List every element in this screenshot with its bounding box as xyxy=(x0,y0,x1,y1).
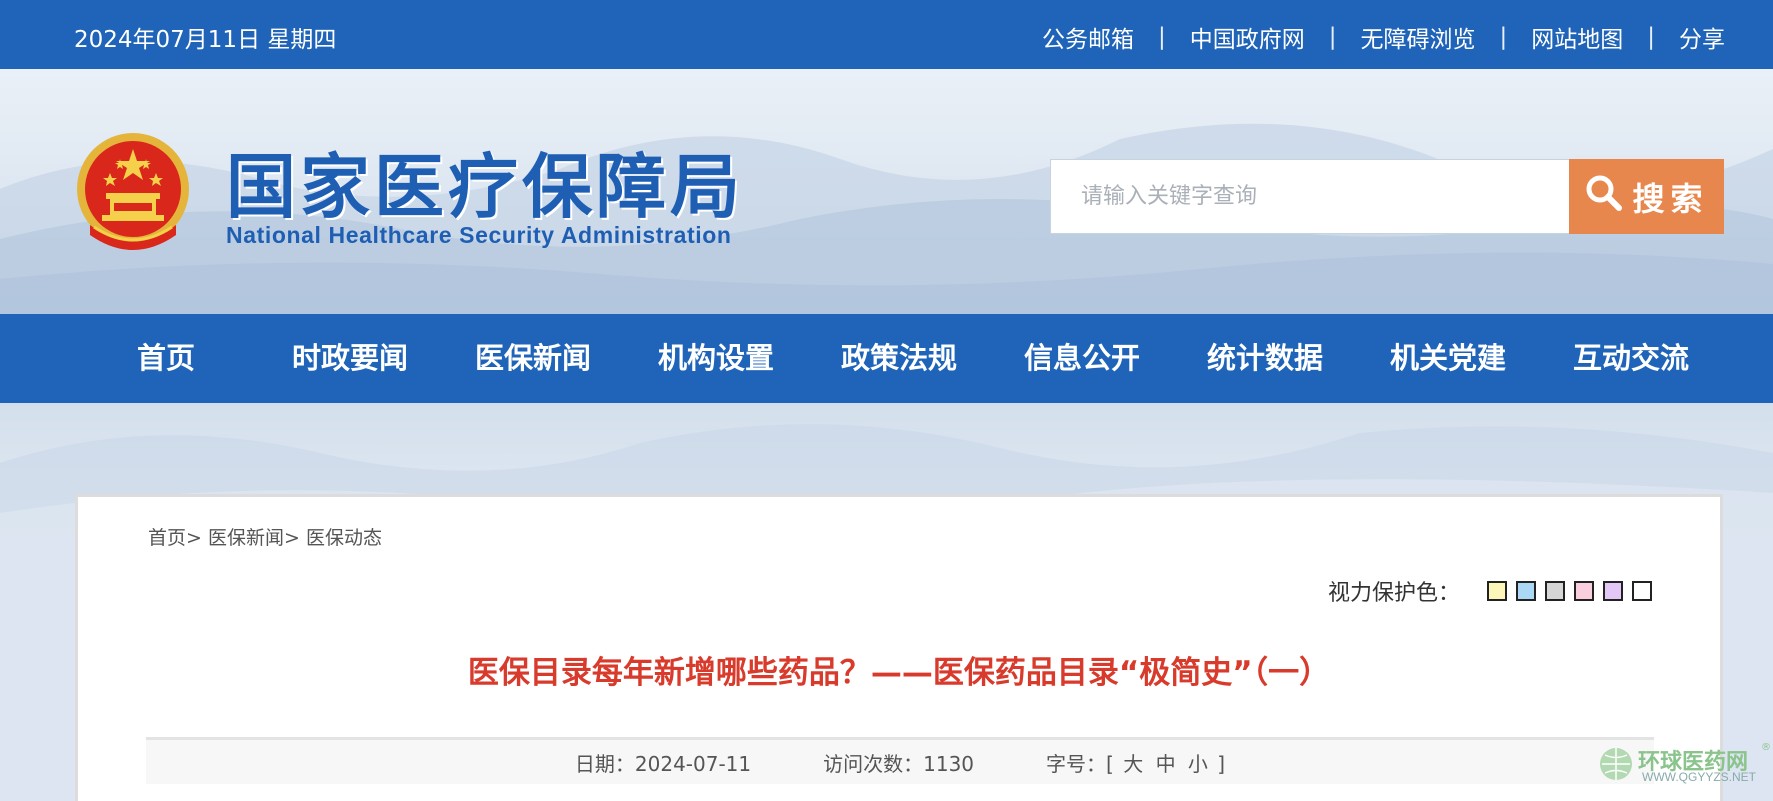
link-share[interactable]: 分享 xyxy=(1679,20,1725,54)
swatch-pink[interactable] xyxy=(1574,581,1594,601)
search-input[interactable] xyxy=(1050,159,1570,234)
top-links: 公务邮箱 | 中国政府网 | 无障碍浏览 | 网站地图 | 分享 xyxy=(1042,20,1725,54)
font-size-large[interactable]: 大 xyxy=(1123,752,1143,776)
publish-date: 日期：2024-07-11 xyxy=(575,748,751,777)
separator: | xyxy=(1647,24,1655,50)
date-label: 日期： xyxy=(574,751,635,776)
eye-care-label: 视力保护色： xyxy=(1327,581,1460,606)
main-nav: 首页 时政要闻 医保新闻 机构设置 政策法规 信息公开 统计数据 机关党建 互动… xyxy=(0,314,1773,403)
bracket-close: ] xyxy=(1217,751,1226,776)
bracket-open: [ xyxy=(1106,751,1114,776)
site-title: 国家医疗保障局 xyxy=(226,145,744,228)
search-icon xyxy=(1584,173,1624,221)
watermark-url: WWW.QGYYZS.NET xyxy=(1642,770,1756,784)
breadcrumb-healthcare-news[interactable]: 医保新闻 xyxy=(208,527,284,549)
nav-item-statistics[interactable]: 统计数据 xyxy=(1207,314,1323,403)
nav-item-current-affairs[interactable]: 时政要闻 xyxy=(292,314,408,403)
font-size-medium[interactable]: 中 xyxy=(1156,752,1176,776)
current-date: 2024年07月11日 星期四 xyxy=(74,27,337,53)
article-card: 首页> 医保新闻> 医保动态 视力保护色： 医保目录每年新增哪些药品？——医保药… xyxy=(75,494,1723,801)
top-bar: 2024年07月11日 星期四 公务邮箱 | 中国政府网 | 无障碍浏览 | 网… xyxy=(0,0,1773,69)
swatch-blue[interactable] xyxy=(1516,581,1536,601)
article-title: 医保目录每年新增哪些药品？——医保药品目录“极简史”（一） xyxy=(467,655,1331,691)
eye-care-colors: 视力保护色： xyxy=(1328,575,1652,607)
breadcrumb: 首页> 医保新闻> 医保动态 xyxy=(148,523,382,550)
registered-mark: ® xyxy=(1761,742,1771,753)
link-sitemap[interactable]: 网站地图 xyxy=(1531,20,1623,54)
national-emblem-icon xyxy=(72,127,194,257)
search-button[interactable]: 搜索 xyxy=(1569,159,1724,234)
search-button-label: 搜索 xyxy=(1632,180,1709,217)
nav-item-healthcare-news[interactable]: 医保新闻 xyxy=(475,314,591,403)
header-banner: 国家医疗保障局 National Healthcare Security Adm… xyxy=(0,69,1773,314)
article-meta: 日期：2024-07-11 访问次数：1130 字号：[ 大 中 小 ] xyxy=(146,737,1654,784)
swatch-yellow[interactable] xyxy=(1487,581,1507,601)
site-subtitle: National Healthcare Security Administrat… xyxy=(226,222,732,248)
link-official-email[interactable]: 公务邮箱 xyxy=(1042,20,1134,54)
globe-icon xyxy=(1598,746,1634,786)
link-gov-cn[interactable]: 中国政府网 xyxy=(1190,20,1305,54)
link-accessibility[interactable]: 无障碍浏览 xyxy=(1361,20,1476,54)
swatch-white[interactable] xyxy=(1632,581,1652,601)
font-size-label: 字号： xyxy=(1046,751,1107,776)
nav-item-info-disclosure[interactable]: 信息公开 xyxy=(1024,314,1140,403)
nav-item-party-building[interactable]: 机关党建 xyxy=(1390,314,1506,403)
breadcrumb-healthcare-updates[interactable]: 医保动态 xyxy=(306,527,382,549)
views-value: 1130 xyxy=(923,751,975,776)
views-label: 访问次数： xyxy=(823,751,924,776)
font-size-small[interactable]: 小 xyxy=(1188,752,1208,776)
swatch-purple[interactable] xyxy=(1603,581,1623,601)
font-size-control: 字号：[ 大 中 小 ] xyxy=(1046,748,1225,777)
nav-item-home[interactable]: 首页 xyxy=(137,314,195,403)
date-value: 2024-07-11 xyxy=(634,751,752,776)
view-count: 访问次数：1130 xyxy=(823,748,974,777)
separator: | xyxy=(1328,24,1337,50)
nav-item-policies[interactable]: 政策法规 xyxy=(841,314,957,403)
breadcrumb-home[interactable]: 首页 xyxy=(148,527,186,549)
separator: | xyxy=(1158,24,1166,50)
watermark: 环球医药网 ® WWW.QGYYZS.NET xyxy=(1598,742,1771,788)
separator: | xyxy=(1499,24,1508,50)
nav-item-organization[interactable]: 机构设置 xyxy=(658,314,774,403)
nav-item-interaction[interactable]: 互动交流 xyxy=(1573,314,1689,403)
swatch-gray[interactable] xyxy=(1545,581,1565,601)
breadcrumb-separator: > xyxy=(284,527,300,549)
breadcrumb-separator: > xyxy=(186,527,202,549)
